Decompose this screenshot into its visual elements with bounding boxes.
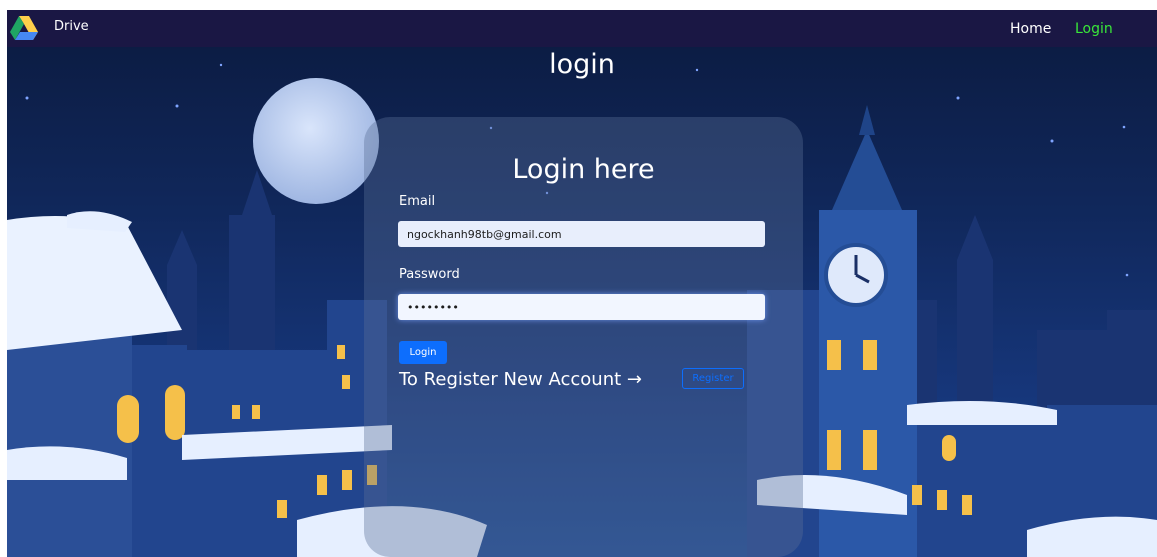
register-button[interactable]: Register — [682, 368, 744, 389]
browser-viewport: Drive Home Login login Login here Email … — [7, 10, 1157, 557]
page-title: login — [549, 49, 615, 80]
navbar: Drive Home Login — [7, 10, 1157, 47]
password-label: Password — [399, 267, 460, 282]
email-input[interactable] — [398, 221, 765, 247]
brand-name[interactable]: Drive — [54, 19, 89, 34]
nav-home-link[interactable]: Home — [1010, 21, 1051, 37]
login-heading: Login here — [512, 154, 655, 185]
google-drive-logo-icon[interactable] — [10, 15, 38, 41]
login-button[interactable]: Login — [399, 341, 447, 364]
nav-login-link[interactable]: Login — [1075, 21, 1113, 37]
email-label: Email — [399, 194, 436, 209]
login-card: Login here Email Password Login To Regis… — [364, 117, 803, 557]
register-prompt: To Register New Account → — [399, 369, 642, 390]
password-input[interactable] — [398, 294, 765, 320]
moon — [253, 78, 379, 204]
